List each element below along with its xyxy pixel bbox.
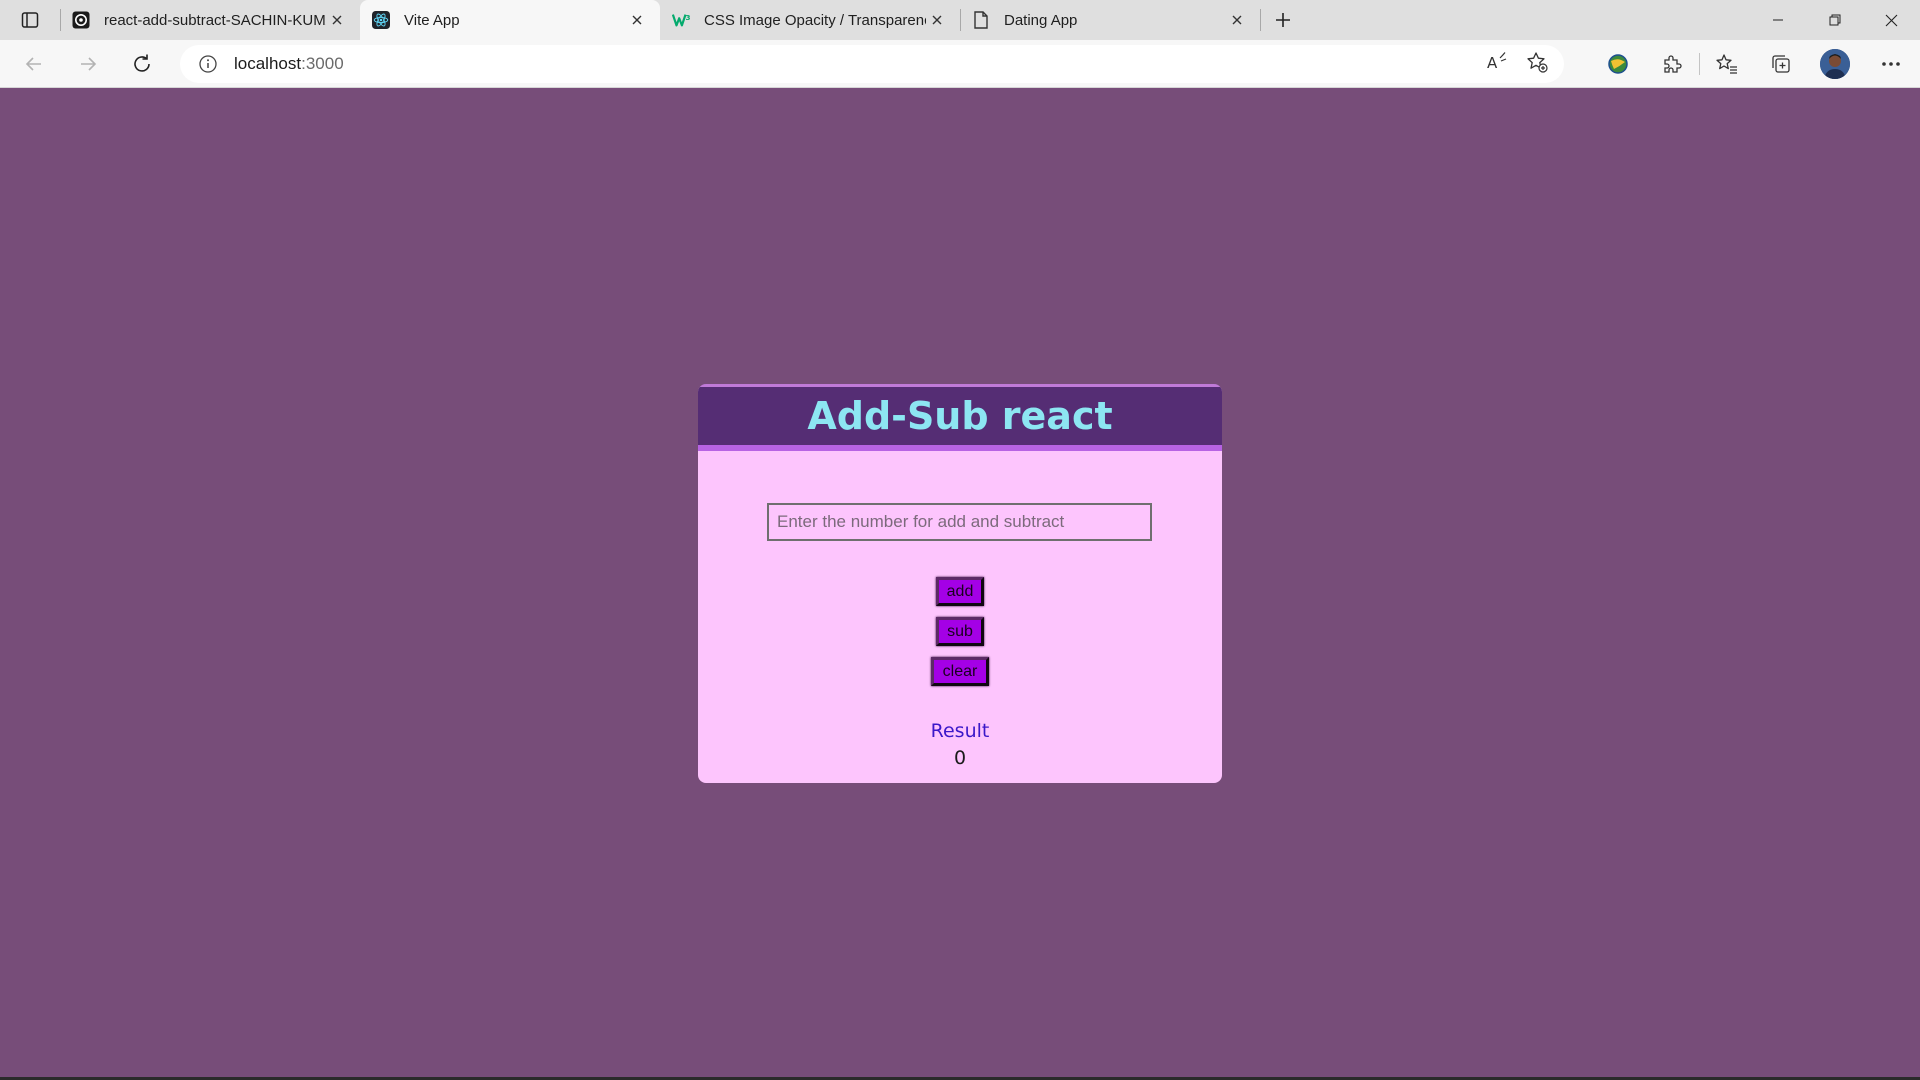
refresh-icon bbox=[134, 54, 150, 72]
browser-tab-strip: react-add-subtract-SACHIN-KUMAR Vite App… bbox=[0, 0, 1920, 40]
favorites-button[interactable] bbox=[1700, 40, 1754, 88]
settings-menu-button[interactable] bbox=[1862, 40, 1920, 88]
tab-vite-app[interactable]: Vite App bbox=[360, 0, 660, 40]
clear-button[interactable]: clear bbox=[931, 657, 989, 686]
app-title: Add-Sub react bbox=[807, 394, 1113, 438]
more-icon bbox=[1882, 62, 1900, 66]
arrow-left-icon bbox=[25, 56, 41, 71]
svg-text:3: 3 bbox=[686, 13, 691, 22]
refresh-button[interactable] bbox=[120, 46, 164, 82]
close-window-button[interactable] bbox=[1863, 0, 1920, 40]
tab-title: react-add-subtract-SACHIN-KUMAR bbox=[104, 11, 326, 29]
result-value: 0 bbox=[953, 747, 967, 769]
close-tab-icon[interactable] bbox=[626, 9, 648, 31]
close-tab-icon[interactable] bbox=[926, 9, 948, 31]
page-icon bbox=[972, 11, 990, 29]
favorites-list-icon bbox=[1716, 54, 1737, 74]
minimize-button[interactable] bbox=[1749, 0, 1806, 40]
add-favorite-icon[interactable] bbox=[1526, 51, 1548, 78]
window-controls bbox=[1749, 0, 1920, 40]
tab-title: Dating App bbox=[1004, 11, 1078, 29]
result-label: Result bbox=[930, 720, 990, 742]
arrow-right-icon bbox=[81, 56, 97, 71]
restore-button[interactable] bbox=[1806, 0, 1863, 40]
vpn-extension-button[interactable] bbox=[1591, 40, 1645, 88]
react-icon bbox=[372, 11, 390, 29]
add-button[interactable]: add bbox=[936, 577, 984, 606]
tab-title: CSS Image Opacity / Transparency bbox=[704, 11, 926, 29]
github-icon bbox=[72, 11, 90, 29]
extensions-button[interactable] bbox=[1645, 40, 1699, 88]
card-header: Add-Sub react bbox=[698, 384, 1222, 451]
puzzle-icon bbox=[1664, 55, 1682, 73]
tab-github[interactable]: react-add-subtract-SACHIN-KUMAR bbox=[60, 0, 360, 40]
close-tab-icon[interactable] bbox=[326, 9, 348, 31]
profile-button[interactable] bbox=[1808, 40, 1862, 88]
plus-icon bbox=[1276, 13, 1290, 27]
collections-icon bbox=[1772, 55, 1790, 73]
avatar-icon bbox=[1820, 49, 1850, 79]
svg-text:A: A bbox=[1487, 54, 1498, 72]
close-tab-icon[interactable] bbox=[1226, 9, 1248, 31]
forward-button[interactable] bbox=[66, 46, 110, 82]
tab-dating-app[interactable]: Dating App bbox=[960, 0, 1260, 40]
tab-separator bbox=[60, 9, 61, 31]
tab-w3schools[interactable]: 3 CSS Image Opacity / Transparency bbox=[660, 0, 960, 40]
new-tab-button[interactable] bbox=[1260, 0, 1306, 40]
sub-button[interactable]: sub bbox=[936, 617, 984, 646]
globe-extension-icon bbox=[1608, 54, 1628, 74]
site-info-icon[interactable] bbox=[196, 52, 220, 76]
address-bar-actions: A bbox=[1486, 45, 1548, 83]
tab-actions-button[interactable] bbox=[0, 0, 60, 40]
number-input[interactable] bbox=[767, 503, 1152, 541]
toolbar-right bbox=[1591, 40, 1920, 88]
read-aloud-icon[interactable]: A bbox=[1486, 51, 1508, 77]
url-host: localhost bbox=[234, 54, 302, 73]
tab-title: Vite App bbox=[404, 11, 460, 29]
back-button[interactable] bbox=[12, 46, 56, 82]
w3schools-icon: 3 bbox=[672, 11, 690, 29]
tab-actions-icon bbox=[21, 12, 39, 28]
close-icon bbox=[1885, 14, 1898, 26]
browser-toolbar: localhost:3000 A bbox=[0, 40, 1920, 88]
collections-button[interactable] bbox=[1754, 40, 1808, 88]
address-bar[interactable]: localhost:3000 A bbox=[180, 45, 1564, 83]
restore-icon bbox=[1829, 14, 1840, 26]
url-port: :3000 bbox=[301, 54, 344, 73]
tab-separator bbox=[1260, 9, 1261, 31]
minimize-icon bbox=[1772, 19, 1783, 21]
url-text: localhost:3000 bbox=[234, 54, 344, 74]
tab-separator bbox=[960, 9, 961, 31]
avatar bbox=[1820, 49, 1850, 79]
